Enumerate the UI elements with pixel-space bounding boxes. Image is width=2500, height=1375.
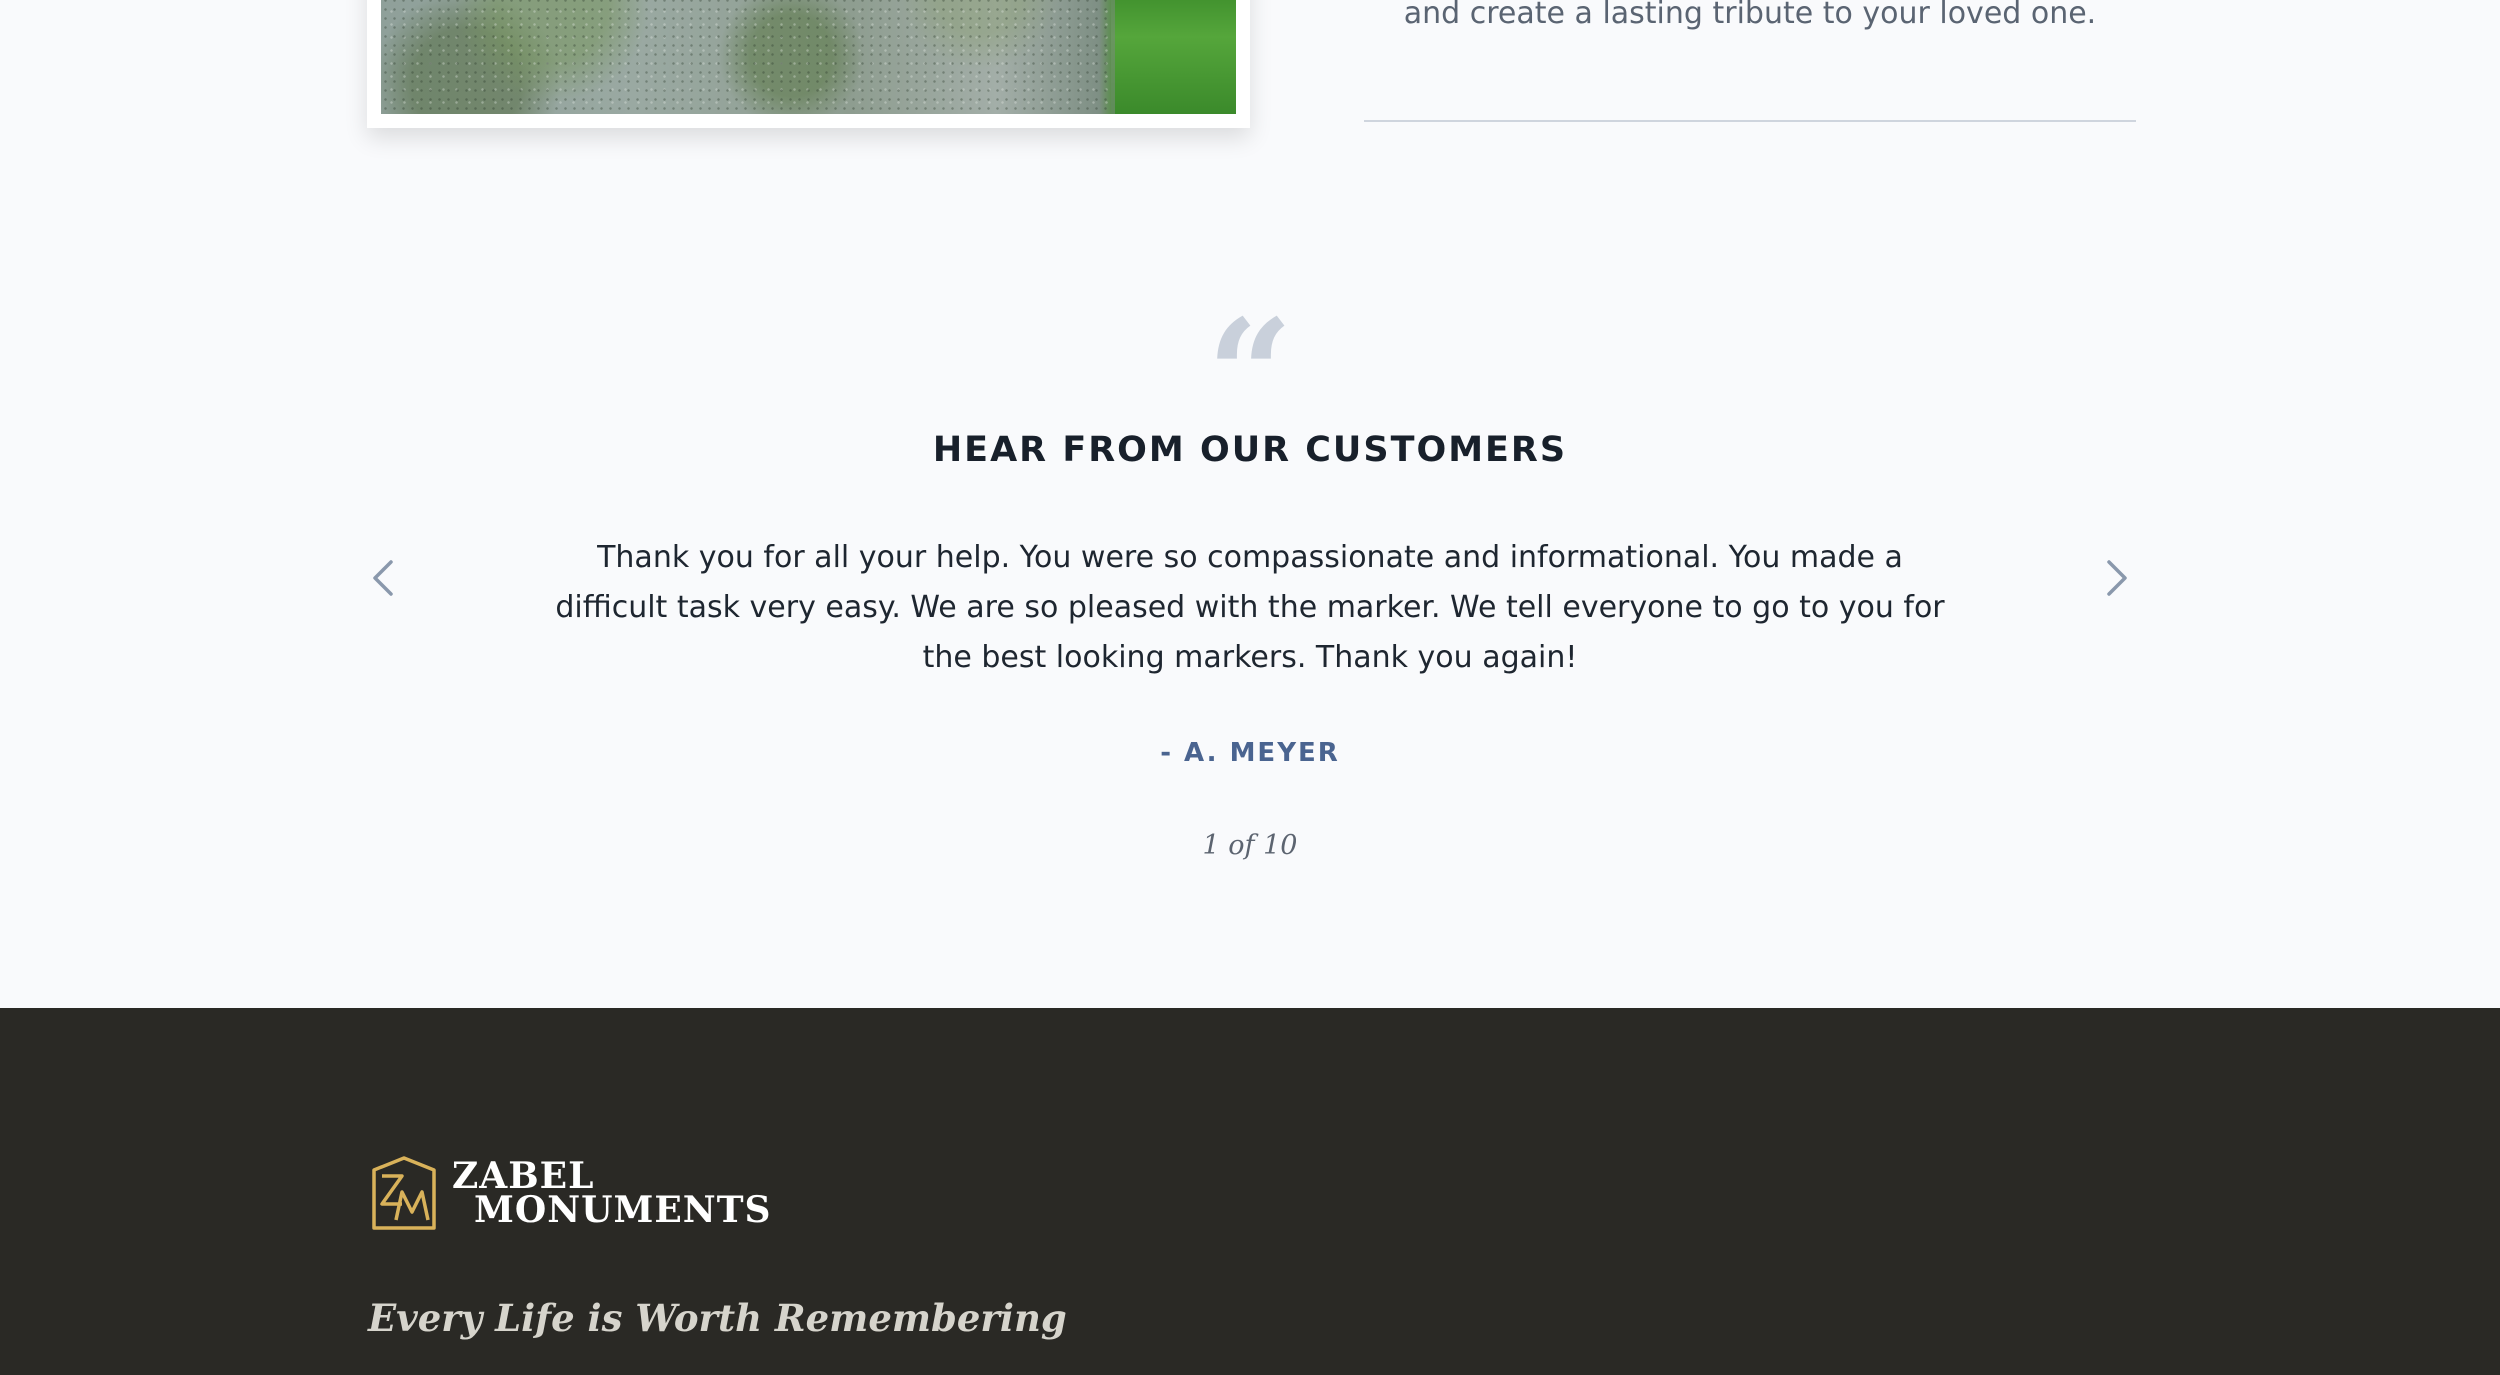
previous-testimonial-button[interactable] <box>358 548 408 608</box>
section-title: HEAR FROM OUR CUSTOMERS <box>932 430 1568 470</box>
intro-text: and create a lasting tribute to your lov… <box>1403 0 2097 31</box>
granite-monument-photo <box>381 0 1236 114</box>
intro-section: and create a lasting tribute to your lov… <box>0 0 2500 240</box>
zm-monogram-logo-icon <box>372 1156 436 1230</box>
logo-text-line1: ZABEL <box>452 1155 595 1197</box>
next-testimonial-button[interactable] <box>2092 548 2142 608</box>
testimonial-quote: Thank you for all your help. You were so… <box>555 540 1945 675</box>
chevron-right-icon <box>2107 560 2127 596</box>
zabel-monuments-logo[interactable]: ZABEL MONUMENTS <box>368 1154 772 1232</box>
testimonials-section: “ HEAR FROM OUR CUSTOMERS Thank you for … <box>0 240 2500 1008</box>
testimonial-counter: 1 of 10 <box>1202 830 1298 861</box>
site-footer: ZABEL MONUMENTS Every Life is Worth Reme… <box>0 1008 2500 1375</box>
chevron-left-icon <box>373 560 393 596</box>
footer-tagline: Every Life is Worth Remembering <box>368 1296 1067 1340</box>
quote-mark-icon: “ <box>1206 287 1294 463</box>
monument-photo-frame <box>367 0 1250 128</box>
divider <box>1364 120 2136 122</box>
logo-text-line2: MONUMENTS <box>474 1189 772 1231</box>
testimonial-author: - A. MEYER <box>1160 738 1340 768</box>
